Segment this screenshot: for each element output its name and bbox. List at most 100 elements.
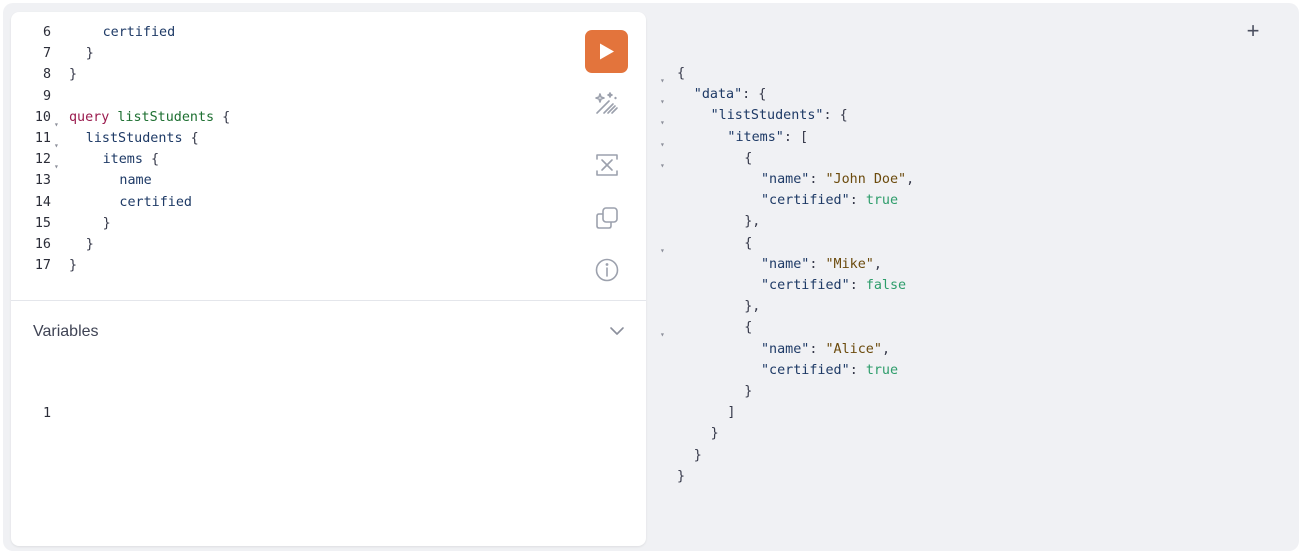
line-number: 16 — [34, 237, 51, 252]
line-number: 10 — [34, 109, 51, 125]
fold-toggle-icon[interactable]: ▾ — [660, 70, 665, 91]
result-text: { — [744, 317, 752, 338]
line-number: 15 — [34, 215, 51, 231]
fold-toggle-icon[interactable]: ▾ — [54, 114, 59, 135]
result-text: "data": { — [694, 84, 767, 105]
result-text: { — [677, 63, 685, 84]
line-number: 13 — [34, 173, 51, 189]
json-token: "items" — [727, 129, 784, 145]
line-number: 9 — [42, 88, 51, 104]
merge-fragments-icon — [596, 154, 618, 176]
line-number: 8 — [42, 67, 51, 83]
json-token: "certified" — [761, 278, 850, 293]
execute-query-button[interactable] — [585, 30, 628, 73]
add-tab-button[interactable]: + — [1241, 19, 1265, 43]
json-token: } — [677, 468, 686, 484]
code-token: listStudents — [117, 109, 215, 125]
fold-toggle-icon[interactable]: ▾ — [660, 155, 665, 176]
json-token: : { — [823, 108, 848, 124]
json-token: , — [906, 172, 915, 187]
code-token: } — [69, 258, 78, 274]
json-token: : — [849, 362, 866, 378]
result-text: } — [744, 381, 752, 402]
line-number: 11 — [34, 131, 51, 146]
line-number: 17 — [34, 258, 51, 274]
code-token: } — [69, 67, 78, 83]
line-number: 1 — [42, 406, 51, 421]
code-text: } — [86, 234, 94, 255]
variables-editor[interactable]: 1 — [11, 382, 646, 421]
code-token: certified — [119, 194, 192, 210]
prettify-button[interactable] — [591, 88, 623, 120]
result-text: "items": [ — [727, 127, 808, 148]
code-text: } — [86, 43, 94, 64]
code-token: { — [182, 131, 199, 146]
code-text: certified — [119, 192, 192, 213]
code-text: certified — [103, 22, 176, 43]
variables-header[interactable]: Variables — [11, 300, 646, 363]
result-text: "certified": false — [761, 275, 906, 296]
fold-toggle-icon[interactable]: ▾ — [54, 135, 59, 156]
json-token: "certified" — [761, 193, 850, 209]
code-text: name — [119, 170, 151, 191]
fold-toggle-icon[interactable]: ▾ — [660, 324, 665, 345]
json-token: ] — [727, 405, 736, 421]
fold-toggle-icon[interactable]: ▾ — [660, 91, 665, 112]
chevron-down-icon[interactable] — [609, 325, 625, 337]
code-token: { — [142, 152, 160, 168]
json-token: "John Doe" — [825, 172, 907, 187]
info-icon — [595, 258, 619, 282]
result-text: { — [744, 233, 752, 254]
json-token: : — [809, 341, 826, 357]
result-text: } — [694, 445, 702, 466]
json-token: : — [809, 172, 826, 187]
code-text: items { — [103, 149, 159, 170]
json-token: "Alice" — [825, 341, 882, 357]
merge-fragments-button[interactable] — [591, 149, 623, 181]
line-number: 12 — [34, 152, 51, 168]
magic-wand-icon — [595, 92, 618, 114]
json-token: } — [744, 384, 753, 399]
json-token: { — [677, 66, 686, 81]
json-token: }, — [744, 214, 761, 230]
json-token: { — [744, 235, 753, 251]
info-button[interactable] — [591, 254, 623, 286]
code-text: } — [69, 64, 77, 85]
json-token: }, — [744, 299, 761, 315]
result-viewer[interactable]: ▾{▾ "data": {▾ "listStudents": {▾ "items": … — [653, 63, 1253, 493]
copy-query-button[interactable] — [591, 202, 623, 234]
json-token: } — [710, 426, 719, 442]
line-number: 6 — [42, 25, 51, 40]
code-token: } — [102, 215, 111, 231]
fold-toggle-icon[interactable]: ▾ — [660, 134, 665, 155]
fold-toggle-icon[interactable]: ▾ — [54, 156, 59, 177]
result-text: }, — [744, 211, 760, 232]
play-icon — [600, 43, 614, 60]
json-token: true — [865, 362, 899, 378]
code-text: query listStudents { — [69, 107, 230, 128]
json-token: } — [693, 447, 702, 463]
json-token: true — [865, 193, 899, 209]
query-editor[interactable]: 6 certified 7} 8} 9 10 ▾ query listStudents {11… — [11, 12, 571, 297]
result-text: } — [711, 423, 719, 444]
variables-title[interactable]: Variables — [33, 323, 99, 341]
json-token: : { — [742, 87, 767, 103]
code-token: items — [102, 152, 143, 168]
result-text: "listStudents": { — [711, 105, 848, 126]
json-token: : — [849, 278, 866, 293]
fold-toggle-icon[interactable]: ▾ — [660, 240, 665, 261]
result-text: "name": "John Doe", — [761, 169, 914, 190]
result-text: "certified": true — [761, 190, 898, 211]
code-token: { — [214, 109, 231, 125]
json-token: "listStudents" — [710, 108, 824, 124]
code-text: } — [69, 255, 77, 276]
code-token: } — [85, 237, 94, 252]
json-token: "name" — [761, 256, 810, 272]
result-text: } — [677, 466, 685, 487]
query-editor-panel: 6 certified 7} 8} 9 10 ▾ query listStudents {11… — [11, 12, 646, 546]
code-token: certified — [102, 25, 176, 40]
copy-icon — [596, 207, 618, 229]
result-text: { — [744, 148, 752, 169]
fold-toggle-icon[interactable]: ▾ — [660, 112, 665, 133]
code-token: query — [69, 109, 110, 125]
